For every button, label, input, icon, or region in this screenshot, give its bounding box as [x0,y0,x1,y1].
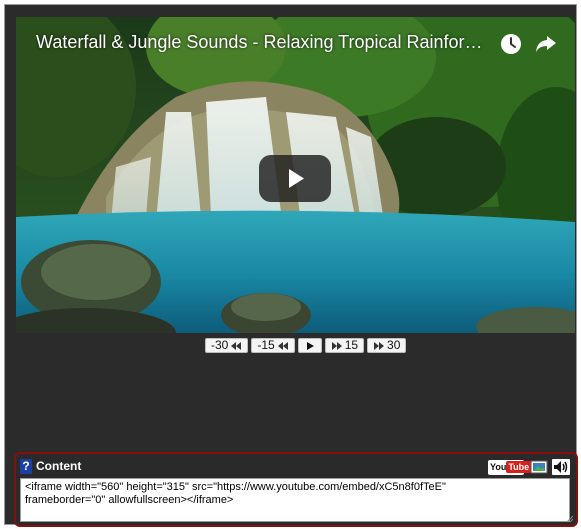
speaker-icon[interactable] [552,459,570,475]
help-icon[interactable]: ? [20,459,32,474]
forward-icon [374,341,385,350]
image-embed-icon[interactable] [530,459,548,475]
video-player[interactable]: Waterfall & Jungle Sounds - Relaxing Tro… [16,17,575,333]
rewind-icon [277,341,288,350]
embed-editor-frame: Waterfall & Jungle Sounds - Relaxing Tro… [4,4,578,527]
play-pause-button[interactable] [297,338,322,353]
youtube-tube-text: Tube [506,461,532,473]
resize-grip-icon[interactable] [566,515,574,523]
content-header: ? Content You Tube [20,458,572,476]
content-panel: ? Content You Tube <iframe width="560" he… [14,452,578,527]
skip-label: -15 [257,338,275,352]
forward-15-button[interactable]: 15 [324,338,365,353]
rewind-icon [231,341,242,350]
youtube-icon[interactable]: You Tube [488,460,532,475]
skip-controls: -30 -15 15 30 [205,338,407,354]
rewind-30-button[interactable]: -30 [205,338,249,353]
play-icon [306,341,314,350]
youtube-you-text: You [490,462,507,472]
play-button[interactable] [259,155,331,202]
share-arrow-icon[interactable] [533,31,559,57]
skip-label: 15 [344,338,359,352]
rewind-15-button[interactable]: -15 [251,338,295,353]
clock-icon[interactable] [498,31,524,57]
forward-icon [331,341,342,350]
video-title[interactable]: Waterfall & Jungle Sounds - Relaxing Tro… [36,32,491,53]
skip-label: -30 [211,338,229,352]
forward-30-button[interactable]: 30 [367,338,407,353]
play-icon [289,169,304,188]
content-label: Content [36,459,82,473]
skip-label: 30 [387,338,401,352]
embed-code-textarea[interactable]: <iframe width="560" height="315" src="ht… [20,478,570,522]
